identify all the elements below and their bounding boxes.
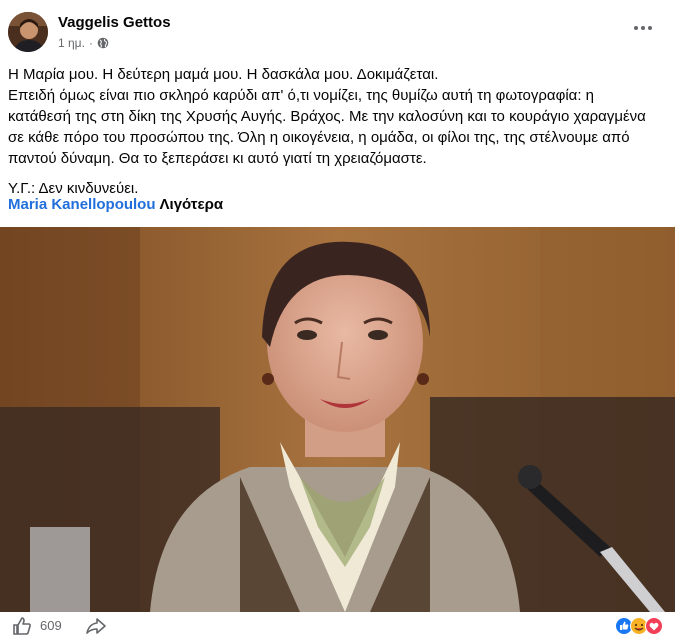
share-icon[interactable] [86,617,106,635]
post-photo[interactable] [0,227,675,612]
like-count[interactable]: 609 [40,618,62,633]
post-text: Η Μαρία μου. Η δεύτερη μαμά μου. Η δασκά… [8,64,658,199]
reactions-icon[interactable] [615,617,663,635]
globe-icon [97,37,109,49]
post-tagline: Maria Kanellopoulou Λιγότερα [8,194,223,215]
tagged-person-link[interactable]: Maria Kanellopoulou [8,196,156,213]
post-paragraph-1: Η Μαρία μου. Η δεύτερη μαμά μου. Η δασκά… [8,66,439,83]
post-footer: 609 [0,612,675,639]
post-meta: 1 ημ. · [58,36,109,50]
meta-separator: · [88,36,93,50]
facebook-post: Vaggelis Gettos 1 ημ. · Η Μαρία μου. Η δ… [0,0,675,639]
portrait-photo [0,227,675,612]
post-time[interactable]: 1 ημ. [58,36,85,50]
avatar[interactable] [8,12,48,52]
post-header: Vaggelis Gettos 1 ημ. · [0,0,675,60]
more-options-icon[interactable] [631,20,655,36]
thumbs-up-icon[interactable] [12,616,32,636]
author-name[interactable]: Vaggelis Gettos [58,14,171,31]
post-paragraph-2: Επειδή όμως είναι πιο σκληρό καρύδι απ' … [8,87,646,167]
avatar-image [8,12,48,52]
see-less-link[interactable]: Λιγότερα [160,196,224,213]
